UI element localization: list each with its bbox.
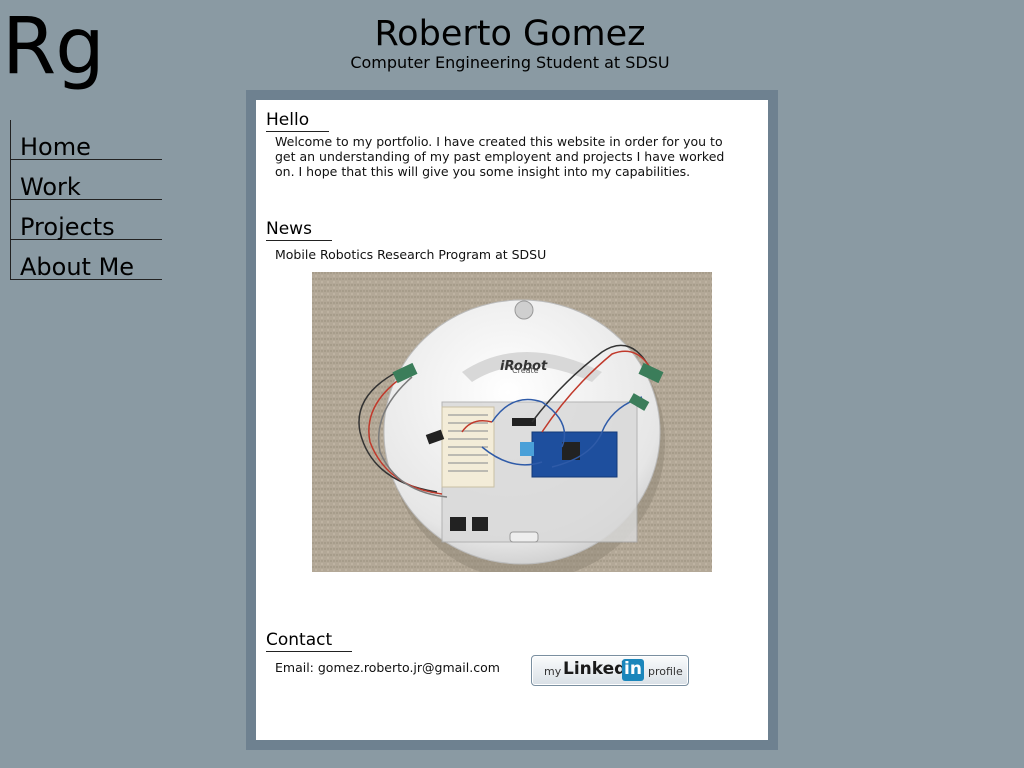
nav-item-about-me[interactable]: About Me — [11, 240, 162, 280]
main-nav: Home Work Projects About Me — [10, 120, 162, 280]
hello-line: Welcome to my portfolio. I have created … — [275, 134, 723, 149]
contact-heading: Contact — [266, 630, 353, 652]
hello-line: on. I hope that this will give you some … — [275, 164, 691, 179]
robot-model-label: Create — [512, 366, 539, 375]
nav-item-work[interactable]: Work — [11, 160, 162, 200]
hello-heading: Hello — [266, 110, 330, 132]
rear-port — [472, 517, 488, 531]
page: Rg Roberto Gomez Computer Engineering St… — [0, 0, 1024, 768]
linkedin-profile-text: profile — [648, 665, 683, 678]
site-logo[interactable]: Rg — [2, 2, 105, 92]
nav-item-home[interactable]: Home — [11, 120, 162, 160]
robot-photo: iRobot Create — [312, 272, 712, 572]
hello-line: get an understanding of my past employen… — [275, 149, 725, 164]
news-heading: News — [266, 219, 332, 241]
linkedin-my-text: my — [544, 665, 562, 678]
nav-item-projects[interactable]: Projects — [11, 200, 162, 240]
site-subtitle: Computer Engineering Student at SDSU — [350, 53, 670, 72]
rear-port — [450, 517, 466, 531]
linkedin-profile-button[interactable]: my Linked in profile — [531, 655, 689, 686]
linkedin-in-icon: in — [622, 659, 644, 681]
hello-text: Welcome to my portfolio. I have created … — [275, 134, 724, 179]
news-text: Mobile Robotics Research Program at SDSU — [275, 247, 547, 262]
content-panel: Hello Welcome to my portfolio. I have cr… — [256, 100, 768, 740]
contact-email[interactable]: Email: gomez.roberto.jr@gmail.com — [275, 660, 500, 675]
bumper-sensor — [514, 300, 534, 320]
site-title: Roberto Gomez — [374, 14, 646, 54]
linkedin-wordmark: Linked — [563, 659, 627, 679]
